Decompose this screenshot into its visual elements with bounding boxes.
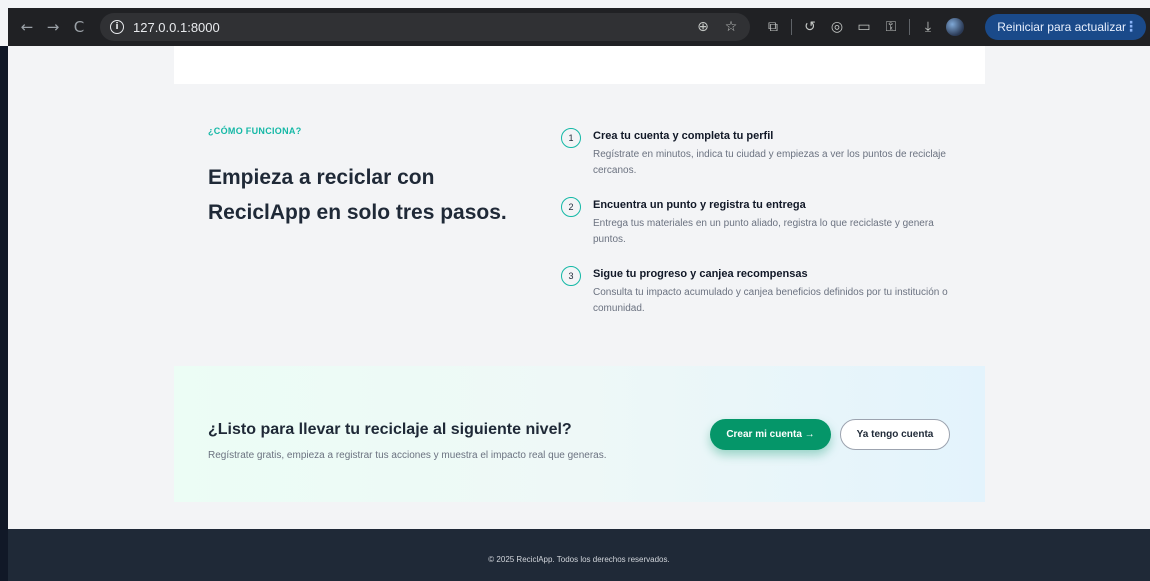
browser-toolbar: ← → C i 127.0.0.1:8000 ⊕ ☆ ⧉ ↺ ◎ ▭ ⚿ ⤓ R… <box>8 8 1150 46</box>
extensions-icon[interactable]: ⧉ <box>764 19 782 35</box>
url-text[interactable]: 127.0.0.1:8000 <box>133 20 220 35</box>
lens-icon[interactable]: ◎ <box>828 19 846 35</box>
step-number-badge: 1 <box>561 128 581 148</box>
address-bar[interactable]: i 127.0.0.1:8000 ⊕ ☆ <box>100 13 750 41</box>
profile-avatar[interactable] <box>946 18 964 36</box>
top-section-card <box>174 46 985 84</box>
reload-icon[interactable]: C <box>66 14 92 40</box>
cast-icon[interactable]: ▭ <box>855 19 873 35</box>
window-edge <box>0 46 8 581</box>
login-button[interactable]: Ya tengo cuenta <box>840 419 950 450</box>
step-title: Sigue tu progreso y canjea recompensas <box>593 268 808 280</box>
how-section-label: ¿CÓMO FUNCIONA? <box>208 126 302 136</box>
password-key-icon[interactable]: ⚿ <box>882 19 900 35</box>
step-description: Entrega tus materiales en un punto aliad… <box>593 218 934 245</box>
update-button-label: Reiniciar para actualizar <box>997 20 1126 34</box>
download-icon[interactable]: ⤓ <box>919 19 937 35</box>
cta-title: ¿Listo para llevar tu reciclaje al sigui… <box>208 421 572 438</box>
page-footer: © 2025 ReciclApp. Todos los derechos res… <box>8 529 1150 581</box>
cta-subtitle: Regístrate gratis, empieza a registrar t… <box>208 450 607 461</box>
step-title: Crea tu cuenta y completa tu perfil <box>593 130 774 142</box>
step-title: Encuentra un punto y registra tu entrega <box>593 199 806 211</box>
step-number-badge: 3 <box>561 266 581 286</box>
zoom-icon[interactable]: ⊕ <box>694 19 712 35</box>
site-info-icon[interactable]: i <box>110 20 124 34</box>
history-icon[interactable]: ↺ <box>801 19 819 35</box>
step-number-badge: 2 <box>561 197 581 217</box>
toolbar-divider <box>909 19 910 35</box>
back-icon[interactable]: ← <box>14 14 40 40</box>
cta-banner: ¿Listo para llevar tu reciclaje al sigui… <box>174 366 985 502</box>
menu-icon[interactable]: ⋮ <box>1124 18 1138 35</box>
update-button[interactable]: Reiniciar para actualizar ⋮ <box>985 14 1146 40</box>
step-description: Regístrate en minutos, indica tu ciudad … <box>593 149 946 176</box>
forward-icon[interactable]: → <box>40 14 66 40</box>
bookmark-star-icon[interactable]: ☆ <box>722 19 740 35</box>
how-section-title: Empieza a reciclar con ReciclApp en solo… <box>208 166 507 224</box>
create-account-button[interactable]: Crear mi cuenta → <box>710 419 831 450</box>
toolbar-divider <box>791 19 792 35</box>
step-description: Consulta tu impacto acumulado y canjea b… <box>593 287 948 314</box>
footer-copyright: © 2025 ReciclApp. Todos los derechos res… <box>488 555 670 564</box>
